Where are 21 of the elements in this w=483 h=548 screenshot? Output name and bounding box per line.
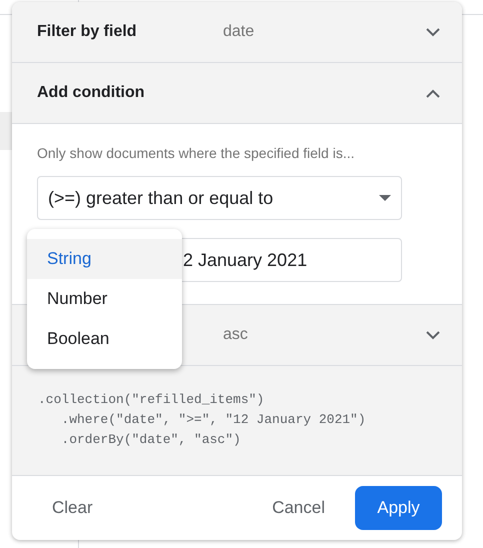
clear-button[interactable]: Clear [40, 486, 105, 530]
collapse-icon[interactable] [426, 88, 440, 98]
operator-select[interactable]: (>=) greater than or equal to [37, 176, 402, 220]
query-code-line: .where("date", ">=", "12 January 2021") [60, 411, 367, 429]
hint-text: Only show documents where the specified field is... [37, 144, 356, 162]
expand-icon[interactable] [426, 28, 440, 36]
expand-icon[interactable] [426, 330, 440, 340]
query-code-line: .orderBy("date", "asc") [60, 431, 242, 449]
section-title: Filter by field [37, 22, 138, 42]
section-title: Add condition [37, 83, 146, 103]
query-code-line: .collection("refilled_items") [38, 391, 266, 409]
section-header[interactable]: Add condition [12, 63, 462, 124]
menu-item[interactable]: String [27, 239, 182, 279]
section-value: asc [223, 325, 249, 345]
apply-button[interactable]: Apply [355, 486, 442, 530]
cancel-button[interactable]: Cancel [258, 486, 339, 530]
background-row-highlight [0, 112, 12, 150]
menu-item[interactable]: Boolean [27, 319, 182, 359]
section-header[interactable]: Filter by field date [12, 2, 462, 63]
dropdown-icon [379, 195, 391, 201]
section-value: date [223, 22, 256, 42]
